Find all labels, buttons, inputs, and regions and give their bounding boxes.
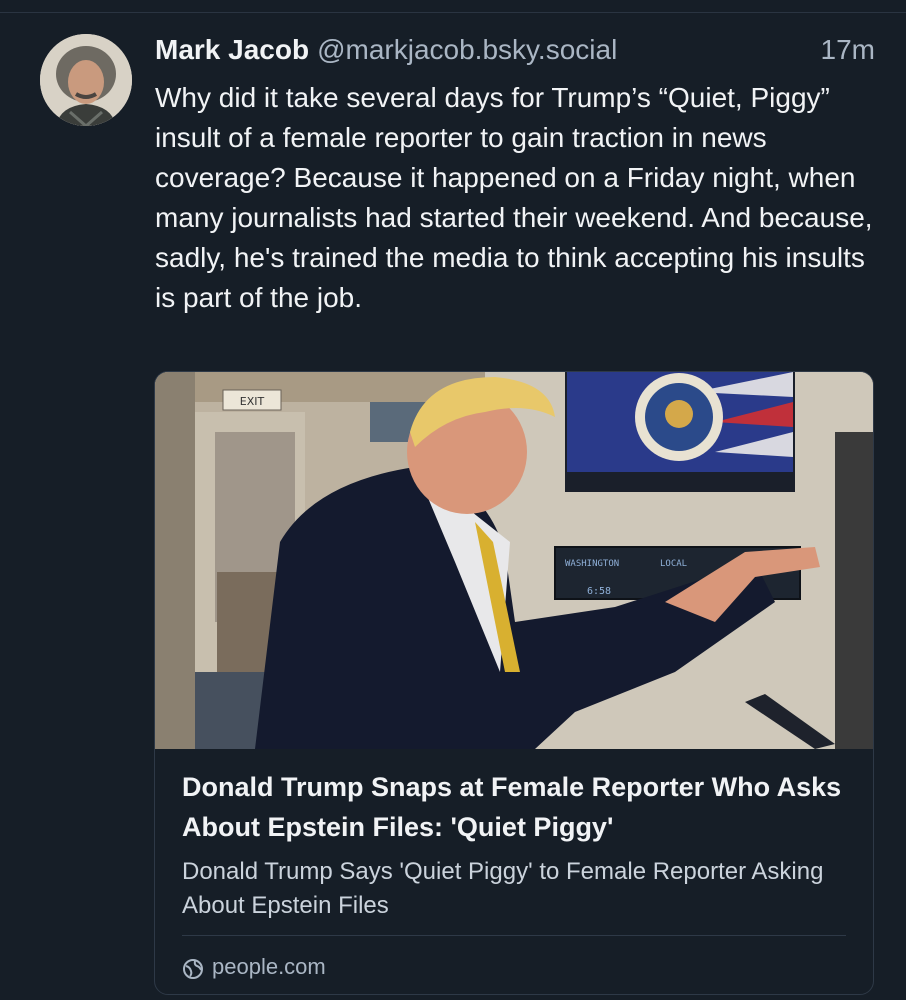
post-header: Mark Jacob @markjacob.bsky.social 17m [155, 28, 875, 72]
author-name[interactable]: Mark Jacob [155, 34, 309, 65]
clock-label-washington: WASHINGTON [565, 559, 619, 569]
avatar[interactable] [40, 34, 132, 126]
link-preview-source[interactable]: people.com [182, 950, 326, 984]
post-timestamp[interactable]: 17m [821, 28, 875, 72]
link-preview-title[interactable]: Donald Trump Snaps at Female Reporter Wh… [182, 767, 852, 847]
post-text: Why did it take several days for Trump’s… [155, 82, 873, 313]
link-preview-card[interactable]: EXIT WASHINGTON LOCAL 6:58 Donald Trump … [154, 371, 874, 995]
avatar-photo [40, 34, 132, 126]
clock-label-local: LOCAL [660, 559, 687, 569]
author-handle[interactable]: @markjacob.bsky.social [317, 34, 617, 65]
top-divider [0, 0, 906, 13]
link-preview-domain: people.com [212, 954, 326, 979]
link-preview-description: Donald Trump Says 'Quiet Piggy' to Femal… [182, 858, 824, 919]
globe-icon [182, 956, 204, 979]
clock-time: 6:58 [587, 586, 611, 597]
link-preview-divider [182, 935, 846, 936]
link-preview-image: EXIT WASHINGTON LOCAL 6:58 [155, 372, 873, 749]
exit-sign-text: EXIT [240, 395, 265, 408]
